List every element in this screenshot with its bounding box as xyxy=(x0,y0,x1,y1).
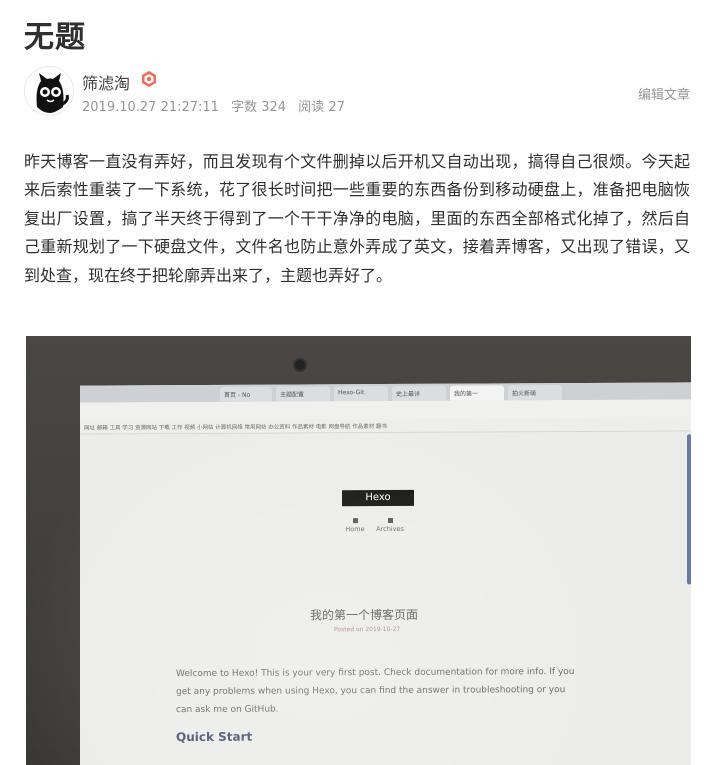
blog-post-title: 我的第一个博客页面 xyxy=(310,607,419,623)
browser-tab: 主题配置 xyxy=(276,386,330,402)
article-title: 无题 xyxy=(24,20,86,55)
browser-tab-active: 我的第一 xyxy=(450,385,504,401)
scrollbar xyxy=(687,434,691,585)
article-meta: 2019.10.27 21:27:11 字数 324 阅读 27 xyxy=(82,96,353,115)
article-photo: 首页 - No 主题配置 Hexo-Git 史上最详 我的第一 拍火新萌 网址 … xyxy=(26,336,691,765)
home-icon xyxy=(352,518,358,524)
blog-post-date: Posted on 2019-10-27 xyxy=(334,625,401,634)
blog-post-body: Welcome to Hexo! This is your very first… xyxy=(176,667,575,716)
author-name[interactable]: 筛滤淘 xyxy=(82,70,130,94)
word-count: 字数 324 xyxy=(231,100,287,115)
avatar[interactable] xyxy=(24,66,74,116)
blog-quick-start-heading: Quick Start xyxy=(176,729,253,745)
blog-nav-archives: Archives xyxy=(372,517,408,534)
blog-nav-home-label: Home xyxy=(345,525,365,534)
browser-tab: 首页 - No xyxy=(220,386,272,402)
archive-icon xyxy=(387,517,393,523)
browser-tab: Hexo-Git xyxy=(334,385,388,402)
cat-avatar-icon xyxy=(25,67,73,115)
browser-tab: 史上最详 xyxy=(392,385,446,401)
author-info: 筛滤淘 2019.10.27 21:27:11 字数 324 阅读 27 编辑文… xyxy=(24,66,690,118)
publish-date: 2019.10.27 21:27:11 xyxy=(82,100,219,115)
webcam xyxy=(293,358,307,372)
blog-nav-home: Home xyxy=(342,518,368,533)
read-count: 阅读 27 xyxy=(298,100,345,115)
author-badge-icon xyxy=(142,71,156,87)
blog-nav-archives-label: Archives xyxy=(376,524,404,534)
blog-logo: Hexo xyxy=(342,489,414,507)
edit-article-link[interactable]: 编辑文章 xyxy=(638,84,690,103)
laptop-screen: 首页 - No 主题配置 Hexo-Git 史上最详 我的第一 拍火新萌 网址 … xyxy=(80,382,691,765)
article-body: 昨天博客一直没有弄好，而且发现有个文件删掉以后开机又自动出现，搞得自己很烦。今天… xyxy=(24,152,690,285)
browser-tab: 拍火新萌 xyxy=(508,385,562,401)
